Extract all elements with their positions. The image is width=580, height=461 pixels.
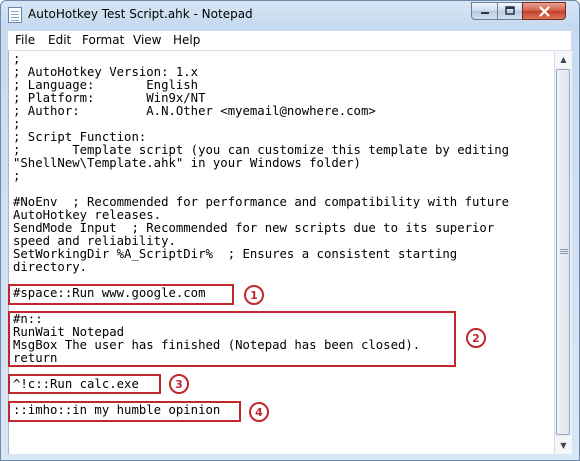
close-button[interactable]: [522, 2, 566, 20]
scroll-down-icon[interactable]: ▼: [555, 437, 572, 454]
menu-view[interactable]: View: [133, 33, 161, 47]
minimize-button[interactable]: [471, 2, 498, 20]
window-title: AutoHotkey Test Script.ahk - Notepad: [28, 7, 253, 21]
menu-bar: File Edit Format View Help: [8, 31, 571, 51]
minimize-icon: [480, 12, 489, 14]
menu-format[interactable]: Format: [82, 33, 124, 47]
callout-1: 1: [244, 285, 264, 305]
close-icon: [538, 5, 550, 17]
highlight-box-1: [8, 284, 234, 305]
scroll-thumb[interactable]: [556, 69, 570, 435]
callout-4: 4: [249, 402, 269, 422]
highlight-box-2: [8, 311, 456, 367]
highlight-box-3: [8, 374, 161, 394]
notepad-window: AutoHotkey Test Script.ahk - Notepad Fil…: [0, 0, 580, 461]
maximize-button[interactable]: [497, 2, 523, 20]
notepad-icon[interactable]: [8, 7, 22, 23]
menu-edit[interactable]: Edit: [48, 33, 71, 47]
scroll-up-icon[interactable]: ▲: [555, 51, 572, 68]
menu-file[interactable]: File: [15, 33, 35, 47]
callout-2: 2: [466, 328, 486, 348]
highlight-box-4: [8, 401, 241, 422]
title-bar[interactable]: AutoHotkey Test Script.ahk - Notepad: [1, 1, 579, 30]
vertical-scrollbar[interactable]: ▲ ▼: [554, 51, 572, 454]
maximize-icon: [505, 6, 515, 15]
menu-help[interactable]: Help: [173, 33, 200, 47]
callout-3: 3: [169, 374, 189, 394]
